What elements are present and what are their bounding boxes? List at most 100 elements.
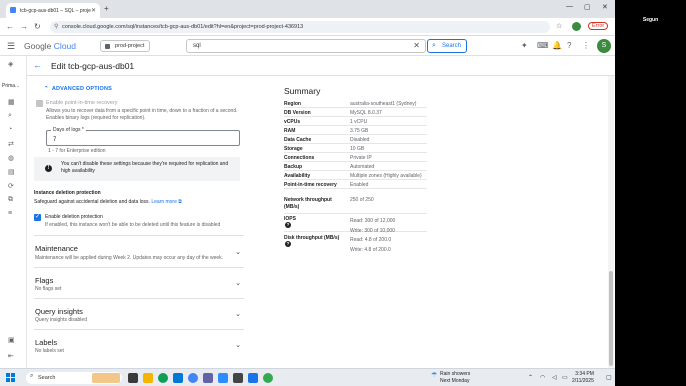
taskbar-clock[interactable]: 3:34 PM 2/11/2025 [572, 371, 594, 384]
connections-icon[interactable]: ⇄ [8, 140, 14, 148]
summary-value: 10 GB [350, 146, 365, 152]
avatar[interactable]: S [597, 39, 611, 53]
gemini-icon[interactable]: ✦ [521, 41, 528, 50]
terminal-icon[interactable] [233, 373, 243, 383]
battery-icon[interactable]: ▭ [562, 374, 568, 381]
overview-icon[interactable]: ▦ [8, 98, 15, 106]
summary-value: Enabled [350, 182, 369, 188]
page-header: ← Edit tcb-gcp-aus-db01 [27, 56, 615, 76]
days-of-logs-field[interactable]: Days of logs * 7 [46, 127, 240, 146]
weather-widget[interactable]: ☂ Rain showers Next Monday [431, 371, 470, 384]
back-nav-icon[interactable]: ← [6, 22, 14, 31]
pitr-help: Allows you to recover data from a specif… [46, 108, 238, 121]
labels-section[interactable]: Labels No labels set ⌄ [34, 329, 244, 359]
minimize-icon[interactable]: — [566, 3, 573, 10]
forward-nav-icon[interactable]: → [20, 22, 28, 31]
search-icon: ⌕ [432, 42, 436, 49]
cloud-shell-icon[interactable]: ⌨ [537, 41, 549, 50]
maximize-icon[interactable]: ▢ [584, 3, 591, 11]
more-vert-icon[interactable]: ⋮ [582, 41, 590, 50]
sql-product-icon[interactable]: ◈ [8, 60, 13, 68]
disk-read: Read: 4.8 of 200.0 [350, 237, 392, 243]
backups-icon[interactable]: ⟳ [8, 182, 14, 190]
notifications-icon[interactable]: 🔔 [552, 41, 562, 50]
edge-icon[interactable] [158, 373, 168, 383]
error-badge[interactable]: Error [588, 22, 609, 30]
summary-key: RAM [284, 128, 296, 134]
google-cloud-logo[interactable]: Google Cloud [24, 41, 76, 51]
iops-read: Read: 300 of 12,000 [350, 218, 396, 224]
summary-value: Private IP [350, 155, 372, 161]
menu-icon[interactable]: ☰ [7, 41, 15, 52]
teams-icon[interactable] [203, 373, 213, 383]
help-icon[interactable]: ? [285, 222, 291, 228]
query-insights-section[interactable]: Query insights Query insights disabled ⌄ [34, 298, 244, 329]
help-icon[interactable]: ? [567, 41, 571, 50]
info-note-text: You can't disable these settings because… [61, 161, 229, 174]
profile-icon[interactable] [572, 22, 581, 31]
databases-icon[interactable]: ▤ [8, 168, 15, 176]
new-tab-icon[interactable]: + [104, 4, 109, 13]
section-subtitle: No flags set [35, 286, 62, 292]
file-explorer-icon[interactable] [143, 373, 153, 383]
external-link-icon: ⧉ [178, 199, 182, 205]
back-arrow-icon[interactable]: ← [33, 60, 42, 70]
maintenance-section[interactable]: Maintenance Maintenance will be applied … [34, 235, 244, 267]
system-insights-icon[interactable]: ⌕ [8, 112, 12, 120]
help-icon[interactable]: ? [285, 241, 291, 247]
store-icon[interactable] [173, 373, 183, 383]
chrome-profile-icon[interactable] [263, 373, 273, 383]
query-insights-icon[interactable]: ◔ [8, 126, 12, 133]
days-of-logs-label: Days of logs * [51, 127, 86, 133]
deletion-protection-checkbox[interactable]: ✓ [34, 214, 41, 221]
volume-icon[interactable]: ◁ [552, 374, 557, 381]
project-icon [105, 44, 110, 49]
site-info-icon[interactable]: ⚲ [54, 23, 58, 30]
summary-key: Data Cache [284, 137, 312, 143]
windows-start-icon[interactable] [6, 373, 16, 383]
summary-value: MySQL 8.0.37 [350, 110, 382, 116]
search-button[interactable]: ⌕ Search [427, 39, 468, 53]
deletion-protection-label: Enable deletion protection [45, 214, 103, 220]
tray-chevron-icon[interactable]: ⌃ [528, 374, 533, 381]
close-window-icon[interactable]: ✕ [602, 3, 608, 11]
pitr-checkbox[interactable] [36, 100, 43, 107]
chevron-down-icon: ⌄ [235, 311, 241, 318]
browser-tab[interactable]: tcb-gcp-aus-db01 – SQL – proje ✕ [6, 3, 100, 18]
search-input[interactable]: sql ✕ [186, 39, 426, 53]
scrollbar-thumb[interactable] [609, 271, 613, 366]
summary-row: DB Version MySQL 8.0.37 [284, 108, 427, 117]
task-view-icon[interactable] [128, 373, 138, 383]
chevron-up-icon: ⌃ [44, 86, 49, 92]
zoom-icon[interactable] [218, 373, 228, 383]
release-notes-icon[interactable]: ▣ [8, 336, 15, 344]
replicas-icon[interactable]: ⧉ [8, 196, 13, 204]
info-icon: ! [45, 165, 52, 172]
section-subtitle: Maintenance will be applied during Week … [35, 255, 224, 261]
flags-section[interactable]: Flags No flags set ⌄ [34, 267, 244, 298]
close-tab-icon[interactable]: ✕ [91, 7, 96, 14]
section-subtitle: Query insights disabled [35, 317, 87, 323]
bookmark-star-icon[interactable]: ☆ [556, 22, 562, 30]
app-icon[interactable] [248, 373, 258, 383]
summary-key: vCPUs [284, 119, 301, 125]
advanced-options-toggle[interactable]: ⌃ ADVANCED OPTIONS [44, 86, 112, 92]
chrome-icon[interactable] [188, 373, 198, 383]
search-highlight-image[interactable] [92, 373, 120, 383]
wifi-icon[interactable]: ◠ [540, 374, 545, 381]
notification-center-icon[interactable]: ▢ [606, 374, 612, 381]
page-scrollbar[interactable] [608, 76, 614, 368]
project-picker[interactable]: prod-project [100, 40, 151, 52]
url-text: console.cloud.google.com/sql/instances/t… [62, 24, 304, 30]
operations-icon[interactable]: ≡ [8, 210, 12, 217]
users-icon[interactable]: ◍ [8, 154, 14, 162]
tab-title: tcb-gcp-aus-db01 – SQL – proje [20, 8, 91, 14]
clear-search-icon[interactable]: ✕ [413, 41, 420, 50]
advanced-options-label: ADVANCED OPTIONS [51, 86, 113, 92]
learn-more-link[interactable]: Learn more [151, 199, 177, 205]
reload-icon[interactable]: ↻ [34, 22, 41, 31]
url-field[interactable]: ⚲ console.cloud.google.com/sql/instances… [50, 21, 550, 33]
collapse-rail-icon[interactable]: ⇤ [8, 352, 14, 360]
cloud-console-header: ☰ Google Cloud prod-project sql ✕ ⌕ Sear… [0, 36, 615, 56]
summary-key: Connections [284, 155, 315, 161]
